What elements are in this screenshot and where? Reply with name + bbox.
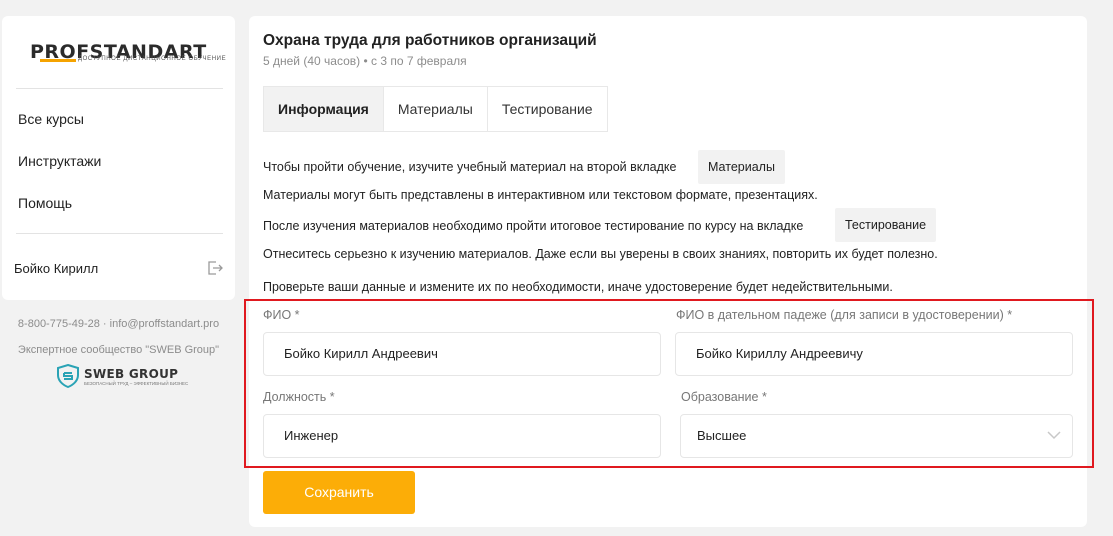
info-text: Отнеситесь серьезно к изучению материало… bbox=[263, 247, 938, 261]
chevron-down-icon bbox=[1047, 431, 1061, 440]
save-button[interactable]: Сохранить bbox=[263, 471, 415, 514]
course-tabs: Информация Материалы Тестирование bbox=[263, 86, 608, 132]
sidebar-item-help[interactable]: Помощь bbox=[18, 195, 72, 211]
info-text: Материалы могут быть представлены в инте… bbox=[263, 188, 818, 202]
sidebar: PROFSTANDART доступное дистанционное обу… bbox=[2, 16, 235, 300]
profstandart-logo[interactable]: PROFSTANDART доступное дистанционное обу… bbox=[2, 16, 235, 88]
course-schedule: 5 дней (40 часов) • с 3 по 7 февраля bbox=[263, 54, 467, 68]
sweb-group-logo[interactable]: SWEB GROUP безопасный труд – эффективный… bbox=[56, 364, 189, 388]
education-selected-value: Высшее bbox=[697, 428, 747, 443]
logout-icon[interactable] bbox=[206, 259, 224, 277]
community-label: Экспертное сообщество "SWEB Group" bbox=[17, 344, 220, 356]
info-text: Чтобы пройти обучение, изучите учебный м… bbox=[263, 160, 677, 174]
fio-dative-label: ФИО в дательном падеже (для записи в удо… bbox=[676, 308, 1013, 322]
education-select[interactable]: Высшее bbox=[680, 414, 1073, 458]
tab-testing[interactable]: Тестирование bbox=[487, 87, 607, 131]
info-warning: Проверьте ваши данные и измените их по н… bbox=[263, 280, 893, 294]
position-label: Должность * bbox=[263, 390, 335, 404]
tab-materials[interactable]: Материалы bbox=[383, 87, 488, 131]
logo-accent-bar bbox=[40, 59, 76, 62]
sweb-shield-icon bbox=[57, 364, 79, 388]
course-card: Охрана труда для работников организаций … bbox=[249, 16, 1087, 527]
sweb-logo-title: SWEB GROUP bbox=[84, 367, 179, 381]
contact-info: 8-800-775-49-28 · info@proffstandart.pro bbox=[17, 318, 220, 330]
user-name: Бойко Кирилл bbox=[14, 261, 99, 276]
tab-information[interactable]: Информация bbox=[264, 87, 384, 131]
education-label: Образование * bbox=[681, 390, 767, 404]
sidebar-item-all-courses[interactable]: Все курсы bbox=[18, 111, 84, 127]
fio-field[interactable]: Бойко Кирилл Андреевич bbox=[263, 332, 661, 376]
sidebar-divider bbox=[16, 88, 223, 89]
materials-chip: Материалы bbox=[698, 150, 785, 184]
testing-chip: Тестирование bbox=[835, 208, 937, 242]
fio-label: ФИО * bbox=[263, 308, 300, 322]
sidebar-divider bbox=[16, 233, 223, 234]
course-title: Охрана труда для работников организаций bbox=[263, 32, 597, 49]
sweb-logo-subtitle: безопасный труд – эффективный бизнес bbox=[84, 381, 189, 386]
info-text: После изучения материалов необходимо про… bbox=[263, 219, 804, 233]
fio-dative-field[interactable]: Бойко Кириллу Андреевичу bbox=[675, 332, 1073, 376]
sidebar-item-briefings[interactable]: Инструктажи bbox=[18, 153, 101, 169]
logo-subtitle: доступное дистанционное обучение bbox=[78, 56, 227, 62]
position-field[interactable]: Инженер bbox=[263, 414, 661, 458]
